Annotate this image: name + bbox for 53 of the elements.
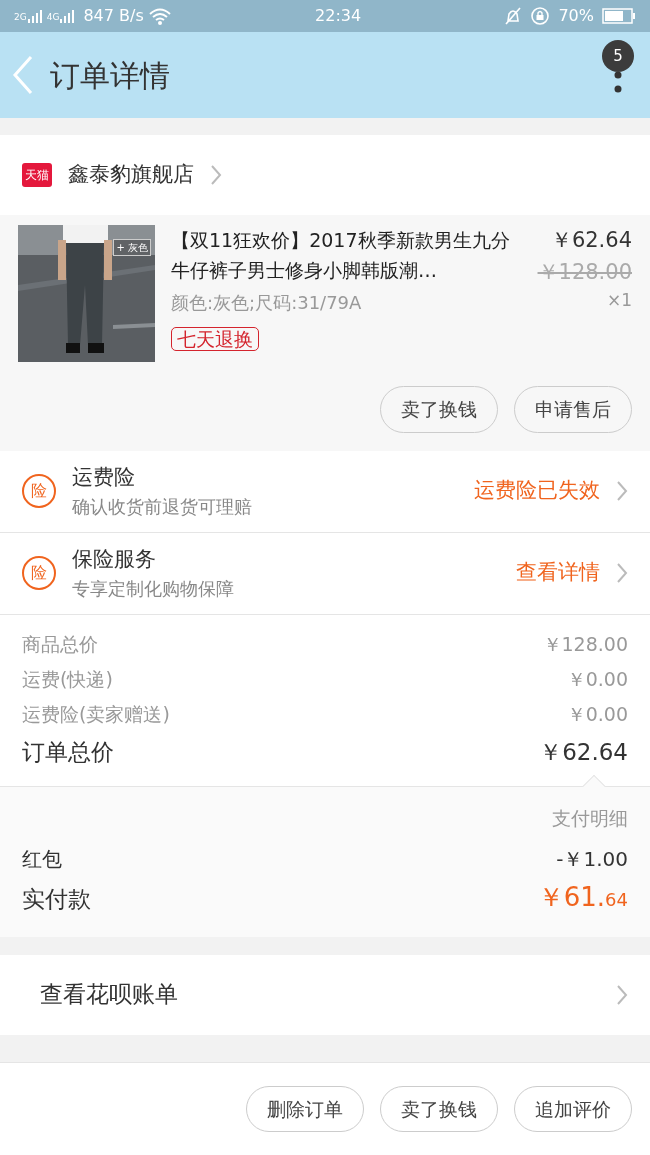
- price-label: 商品总价: [22, 631, 98, 657]
- chevron-icon: [616, 983, 628, 1006]
- quantity: ×1: [606, 289, 632, 312]
- price-value: ￥0.00: [566, 666, 628, 692]
- price-label: 运费(快递): [22, 666, 113, 692]
- service-row[interactable]: 险 保险服务 专享定制化购物保障 查看详情: [0, 532, 650, 615]
- service-subtitle: 确认收货前退货可理赔: [72, 495, 253, 520]
- more-icon: [614, 70, 622, 94]
- paid-label: 实付款: [22, 885, 91, 914]
- price-value: ￥62.64: [539, 737, 628, 767]
- notification-badge: 5: [602, 40, 634, 72]
- chevron-icon: [616, 480, 628, 502]
- battery-level: 70%: [558, 5, 594, 27]
- bill-link-row[interactable]: 查看花呗账单: [0, 954, 650, 1035]
- chevron-icon: [210, 164, 222, 186]
- payment-label: 红包: [22, 845, 62, 873]
- price-label: 订单总价: [22, 737, 114, 767]
- price-label: 运费险(卖家赠送): [22, 701, 170, 727]
- signal-icon: [26, 8, 43, 24]
- battery-icon: [602, 8, 636, 24]
- back-icon: [12, 55, 34, 95]
- mute-bell-icon: [504, 7, 523, 25]
- wifi-icon: [147, 7, 172, 25]
- insurance-icon: 险: [22, 556, 56, 590]
- service-subtitle: 专享定制化购物保障: [72, 577, 235, 602]
- chevron-icon: [616, 562, 628, 584]
- clock: 22:34: [314, 5, 363, 27]
- insurance-icon: 险: [22, 474, 56, 508]
- store-name: 鑫泰豹旗舰店: [68, 161, 194, 189]
- product-price: ￥62.64: [550, 227, 632, 254]
- price-value: ￥0.00: [566, 701, 628, 727]
- return-policy-tag: 七天退换: [171, 327, 259, 351]
- product-title: 【双11狂欢价】2017秋季新款男生九分牛仔裤子男士修身小脚韩版潮…: [171, 228, 511, 283]
- price-value: ￥128.00: [542, 631, 628, 657]
- bill-link-label: 查看花呗账单: [40, 980, 178, 1010]
- service-row[interactable]: 险 运费险 确认收货前退货可理赔 运费险已失效: [0, 450, 650, 533]
- original-price: ￥128.00: [537, 258, 632, 286]
- service-title: 保险服务: [72, 545, 157, 573]
- network-label: 4G: [46, 10, 60, 24]
- payment-value: -￥1.00: [556, 845, 628, 873]
- store-logo: 天猫: [22, 163, 52, 187]
- image-tag: + 灰色: [113, 239, 151, 256]
- service-title: 运费险: [72, 463, 136, 491]
- network-label: 2G: [14, 10, 27, 24]
- product-specs: 颜色:灰色;尺码:31/79A: [171, 291, 363, 315]
- service-status: 查看详情: [516, 559, 600, 587]
- network-speed: 847 B/s: [83, 5, 144, 27]
- rotation-lock-icon: [530, 6, 551, 26]
- payment-detail-label: 支付明细: [552, 805, 628, 831]
- signal-icon: [59, 8, 76, 24]
- page-title: 订单详情: [50, 56, 170, 95]
- paid-amount: ￥61.64: [537, 880, 628, 914]
- service-status: 运费险已失效: [474, 477, 600, 505]
